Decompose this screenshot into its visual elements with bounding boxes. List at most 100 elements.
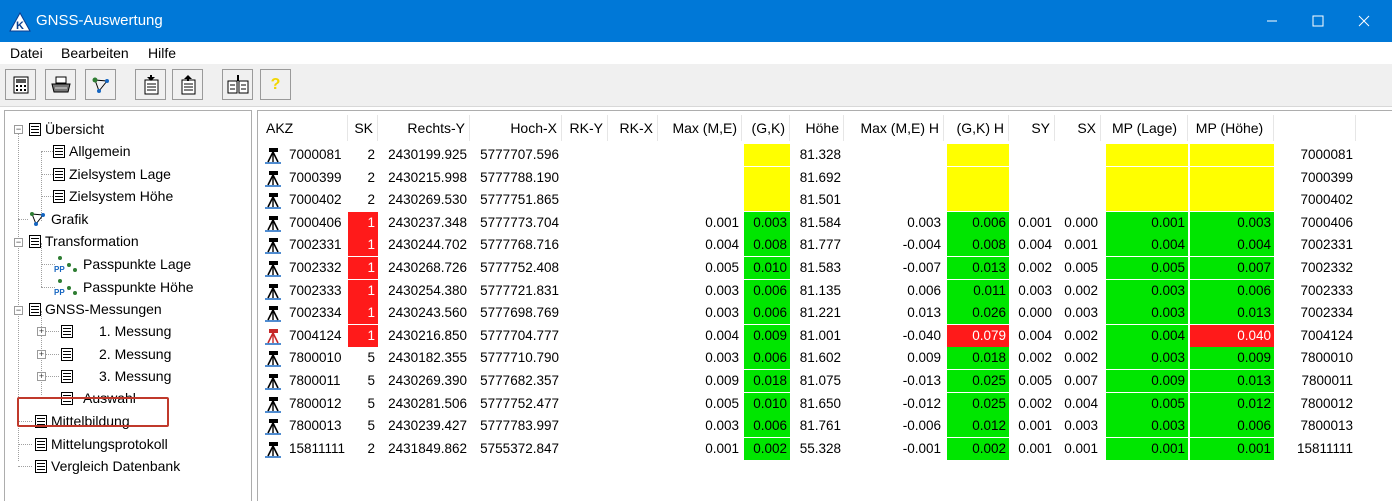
survey-point-icon [265, 351, 281, 368]
cell-rk-x [608, 393, 658, 415]
cell-gk-h: 0.018 [947, 347, 1009, 370]
tree-item-passpunkte-hoehe[interactable]: PP Passpunkte Höhe [53, 276, 194, 298]
cell-gk [744, 144, 790, 166]
cell-gk: 0.003 [744, 211, 790, 234]
collapse-uebersicht-toggle[interactable]: − [14, 125, 23, 134]
cell-rk-y [562, 393, 608, 415]
column-header-rk-x[interactable]: RK-X [608, 115, 658, 141]
cell-rk-y [562, 189, 608, 211]
menu-bearbeiten[interactable]: Bearbeiten [61, 45, 129, 61]
compare-database-button[interactable] [222, 69, 253, 100]
tree-item-transformation[interactable]: Transformation [29, 230, 139, 252]
cell-rechts-y: 2431849.862 [388, 440, 467, 456]
calculator-button[interactable] [5, 69, 36, 100]
close-button[interactable] [1341, 0, 1387, 42]
cell-hoch-x: 5777698.769 [480, 305, 559, 321]
cell-rechts-y: 2430281.506 [388, 395, 467, 411]
tree-item-messung-1[interactable]: 1. Messung [61, 320, 171, 342]
cell-rechts-y: 2430269.530 [388, 192, 467, 208]
cell-mp-lage: 0.003 [1106, 415, 1188, 438]
cell-max-me: 0.004 [705, 237, 739, 253]
cell-akz: 7000406 [289, 214, 342, 230]
cell-hoch-x: 5777783.997 [480, 418, 559, 434]
import-file-button[interactable] [135, 69, 166, 100]
cell-mp-hoehe: 0.003 [1190, 211, 1274, 234]
cell-gk-h [947, 144, 1009, 166]
import-file-icon [144, 74, 158, 94]
column-header-hoehe[interactable]: Höhe [790, 115, 844, 141]
column-header-gk[interactable]: (G,K) [744, 115, 790, 141]
export-file-button[interactable] [172, 69, 203, 100]
network-graph-button[interactable] [85, 69, 116, 100]
tree-item-messung-3[interactable]: 3. Messung [61, 365, 171, 387]
cell-max-me: 0.005 [705, 260, 739, 275]
column-header-mp-hoehe[interactable]: MP (Höhe) [1190, 115, 1274, 141]
document-icon [61, 324, 73, 338]
column-header-mp-lage[interactable]: MP (Lage) [1106, 115, 1188, 141]
tree-item-allgemein[interactable]: Allgemein [53, 140, 130, 162]
cell-mp-hoehe: 0.040 [1190, 324, 1274, 347]
cell-sx: 0.002 [1064, 327, 1098, 343]
column-header-hoch-x[interactable]: Hoch-X [470, 115, 562, 141]
cell-rk-y [562, 438, 608, 460]
column-header-max-me[interactable]: Max (M,E) [658, 115, 742, 141]
tree-item-grafik[interactable]: Grafik [29, 208, 88, 230]
tree-item-passpunkte-lage[interactable]: PP Passpunkte Lage [53, 253, 191, 275]
minimize-button[interactable] [1249, 0, 1295, 42]
tree-item-zielsystem-hoehe[interactable]: Zielsystem Höhe [53, 185, 173, 207]
column-header-sk[interactable]: SK [348, 115, 378, 141]
tree-item-mittelungsprotokoll[interactable]: Mittelungsprotokoll [35, 433, 168, 455]
menu-hilfe[interactable]: Hilfe [148, 45, 176, 61]
cell-mp-hoehe: 0.012 [1190, 392, 1274, 415]
expand-messung-1-toggle[interactable]: + [37, 327, 46, 336]
expand-messung-2-toggle[interactable]: + [37, 350, 46, 359]
cell-mp-lage [1106, 189, 1188, 212]
cell-akz: 7800013 [289, 418, 342, 434]
maximize-button[interactable] [1295, 0, 1341, 42]
cell-rk-x [608, 347, 658, 369]
column-header-akz[interactable]: AKZ [262, 115, 348, 141]
column-header-gk-h[interactable]: (G,K) H [947, 115, 1009, 141]
cell-rk-x [608, 280, 658, 302]
print-button[interactable] [45, 69, 76, 100]
cell-mp-lage [1106, 144, 1188, 166]
document-icon [61, 347, 73, 361]
tree-item-zielsystem-lage[interactable]: Zielsystem Lage [53, 163, 171, 185]
expand-messung-3-toggle[interactable]: + [37, 372, 46, 381]
tree-item-vergleich-datenbank[interactable]: Vergleich Datenbank [35, 455, 180, 477]
cell-sx [1055, 144, 1101, 166]
cell-hoehe: 81.001 [799, 327, 841, 343]
cell-mp-hoehe: 0.006 [1190, 415, 1274, 438]
cell-rechts-y: 2430237.348 [388, 214, 467, 230]
cell-gk-h [947, 166, 1009, 189]
cell-hoehe: 81.501 [799, 192, 841, 208]
tree-item-uebersicht[interactable]: Übersicht [29, 118, 104, 140]
document-icon [53, 144, 65, 158]
cell-sk: 1 [348, 324, 378, 347]
column-header-max-me-h[interactable]: Max (M,E) H [844, 115, 944, 141]
cell-hoch-x: 5777751.865 [480, 192, 559, 208]
cell-rk-y [562, 415, 608, 437]
network-graph-icon [92, 77, 109, 93]
menu-datei[interactable]: Datei [10, 45, 43, 61]
document-icon [61, 369, 73, 383]
collapse-transformation-toggle[interactable]: − [14, 238, 23, 247]
column-header-rk-y[interactable]: RK-Y [562, 115, 608, 141]
cell-sk: 5 [367, 350, 375, 366]
help-icon: ? [270, 75, 281, 93]
cell-sk: 5 [367, 395, 375, 411]
control-points-icon: PP [54, 256, 77, 273]
survey-point-icon [265, 170, 281, 187]
tree-item-messung-2[interactable]: 2. Messung [61, 343, 171, 365]
collapse-gnss-messungen-toggle[interactable]: − [14, 306, 23, 315]
cell-id: 7000406 [1300, 214, 1353, 230]
survey-point-icon [265, 328, 281, 345]
column-header-rechts-y[interactable]: Rechts-Y [378, 115, 470, 141]
column-header-sy[interactable]: SY [1009, 115, 1055, 141]
help-button[interactable]: ? [260, 69, 291, 100]
column-header-sx[interactable]: SX [1055, 115, 1101, 141]
tree-item-gnss-messungen[interactable]: GNSS-Messungen [29, 298, 162, 320]
cell-mp-hoehe [1190, 144, 1274, 166]
column-header-id[interactable] [1276, 115, 1356, 141]
cell-gk: 0.006 [744, 279, 790, 302]
